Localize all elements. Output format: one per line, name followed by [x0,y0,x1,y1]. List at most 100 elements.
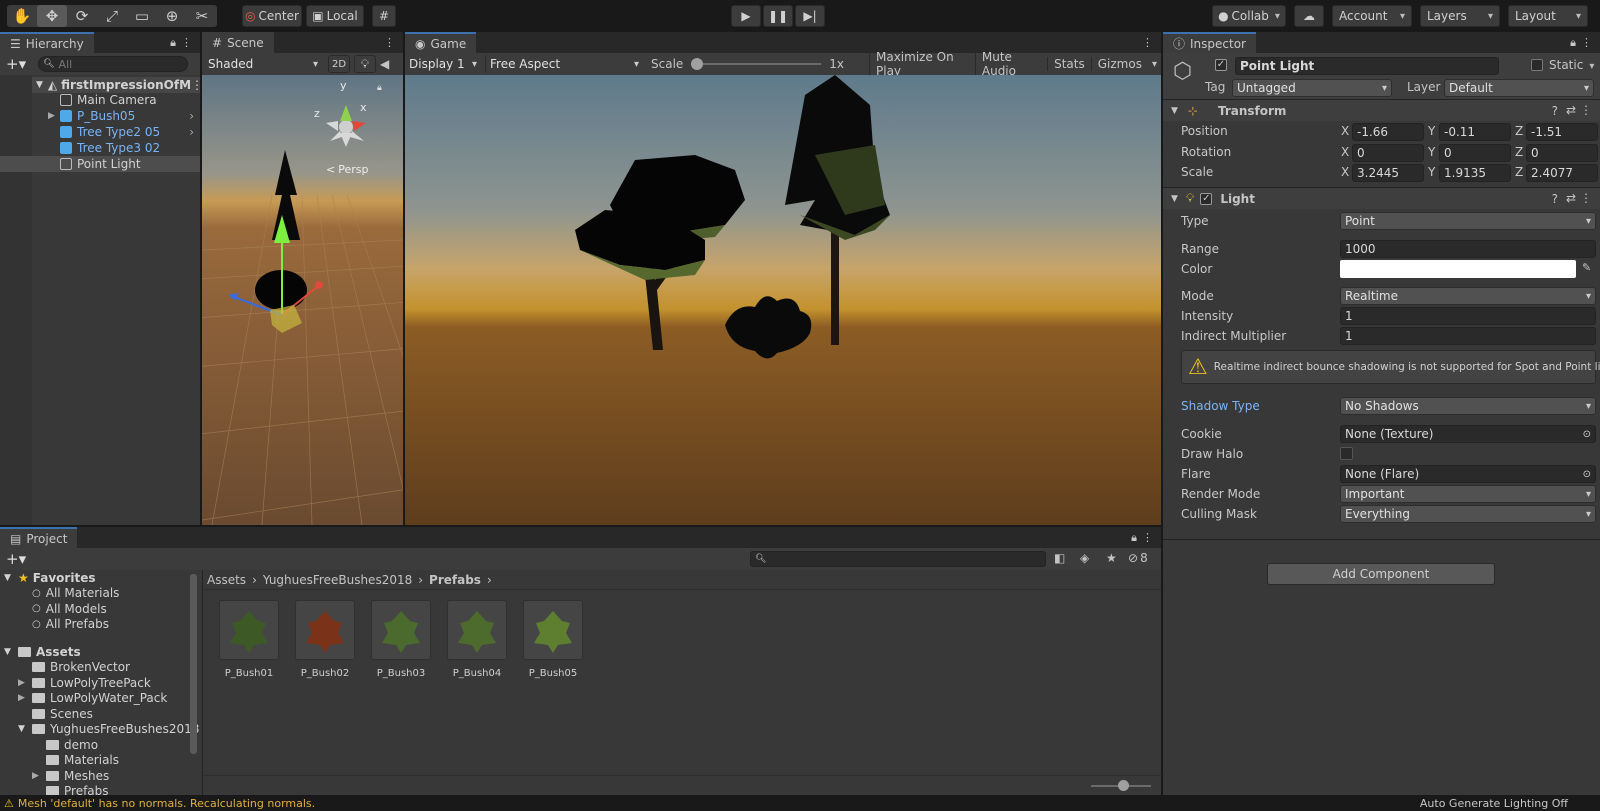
gizmos-toggle[interactable]: Gizmos [1090,57,1148,71]
hierarchy-search-input[interactable]: 🔍︎ All [38,56,189,72]
breadcrumb-assets[interactable]: Assets [207,573,246,587]
render-mode-dropdown[interactable]: Important [1340,485,1596,503]
folder-lowpolywater[interactable]: ▶ LowPolyWater_Pack [0,691,201,707]
folder-prefabs[interactable]: Prefabs [0,784,201,795]
expand-arrow-icon[interactable]: ▶ [18,678,32,688]
chevron-right-icon[interactable]: › [189,125,194,139]
scale-slider-track[interactable] [691,58,822,70]
snap-grid-button[interactable]: # [372,5,396,27]
tag-dropdown[interactable]: Untagged [1232,79,1392,97]
expand-arrow-icon[interactable]: ▶ [48,111,60,121]
mute-audio-toggle[interactable]: Mute Audio [974,50,1047,78]
flare-field[interactable]: None (Flare) ⊙ [1340,465,1596,483]
asset-tile[interactable]: P_Bush04 [447,600,507,679]
intensity-field[interactable]: 1 [1340,307,1596,325]
scene-viewport[interactable]: y x z 🔒︎ < Persp [202,75,403,525]
position-z-field[interactable]: -1.51 [1526,123,1598,141]
audio-icon[interactable]: ◀ [380,57,389,71]
hand-tool-icon[interactable]: ✋ [7,5,37,27]
chevron-down-icon[interactable]: ▾ [1148,59,1161,70]
rect-tool-icon[interactable]: ▭ [127,5,157,27]
favorites-header[interactable]: ▼ ★ Favorites [0,570,201,586]
asset-tile[interactable]: P_Bush03 [371,600,431,679]
cloud-button[interactable]: ☁ [1294,5,1324,27]
lighting-toggle-button[interactable]: 💡︎ [354,55,376,73]
auto-lighting-status[interactable]: Auto Generate Lighting Off [1420,797,1568,810]
more-icon[interactable]: ⋮ [1580,191,1592,205]
maximize-on-play-toggle[interactable]: Maximize On Play [869,50,975,78]
rotation-y-field[interactable]: 0 [1439,144,1511,162]
asset-tile[interactable]: P_Bush01 [219,600,279,679]
scene-gizmo-icon[interactable] [312,85,392,165]
play-button[interactable]: ▶ [731,5,761,27]
help-icon[interactable]: ? [1552,192,1558,206]
help-icon[interactable]: ? [1552,104,1558,118]
culling-mask-dropdown[interactable]: Everything [1340,505,1596,523]
transform-tool-icon[interactable]: ⊕ [157,5,187,27]
collapse-arrow-icon[interactable]: ▼ [1171,106,1178,116]
asset-tile[interactable]: P_Bush02 [295,600,355,679]
aspect-dropdown[interactable]: Free Aspect [485,55,643,73]
tab-hierarchy[interactable]: ☰ Hierarchy [0,32,94,53]
breadcrumb-prefabs[interactable]: Prefabs [429,573,481,587]
expand-arrow-icon[interactable]: ▶ [18,693,32,703]
chevron-right-icon[interactable]: › [189,109,194,123]
folder-meshes[interactable]: ▶ Meshes [0,768,201,784]
more-icon[interactable]: ⋮ [191,78,200,92]
shading-mode-dropdown[interactable]: Shaded [204,55,322,73]
display-dropdown[interactable]: Display 1 [405,55,481,73]
step-button[interactable]: ▶| [795,5,825,27]
collapse-arrow-icon[interactable]: ▼ [18,724,32,734]
transform-header[interactable]: ▼ ⊹ Transform ? ⇄ ⋮ [1163,99,1600,121]
range-field[interactable]: 1000 [1340,240,1596,258]
scale-x-field[interactable]: 3.2445 [1352,164,1424,182]
collapse-arrow-icon[interactable]: ▼ [1171,194,1178,204]
hierarchy-item-p-bush05[interactable]: ▶ P_Bush05 › [48,108,200,124]
object-picker-icon[interactable]: ⊙ [1583,429,1591,440]
scene-root[interactable]: ▼ ◭ firstImpressionOfM ⋮ [32,77,200,93]
favorite-all-prefabs[interactable]: ○ All Prefabs [0,617,201,633]
collab-dropdown[interactable]: ● Collab [1212,5,1286,27]
breadcrumb-yughues[interactable]: YughuesFreeBushes2018 [263,573,412,587]
status-message[interactable]: Mesh 'default' has no normals. Recalcula… [18,797,315,810]
tab-game[interactable]: ◉ Game [405,32,477,53]
shadow-type-dropdown[interactable]: No Shadows [1340,397,1596,415]
more-icon[interactable]: ⋮ [1142,531,1153,544]
hierarchy-item-point-light[interactable]: Point Light [0,156,200,172]
static-checkbox[interactable] [1531,59,1543,71]
more-icon[interactable]: ⋮ [1581,36,1592,49]
lock-icon[interactable]: 🔒︎ [1570,36,1576,50]
scale-y-field[interactable]: 1.9135 [1439,164,1511,182]
active-checkbox[interactable]: ✓ [1215,59,1227,71]
folder-brokenvector[interactable]: BrokenVector [0,660,201,676]
game-viewport[interactable] [405,75,1161,525]
light-enabled-checkbox[interactable]: ✓ [1200,192,1213,205]
expand-arrow-icon[interactable]: ▶ [32,771,46,781]
preset-icon[interactable]: ⇄ [1566,103,1576,117]
cookie-field[interactable]: None (Texture) ⊙ [1340,425,1596,443]
scale-z-field[interactable]: 2.4077 [1526,164,1598,182]
scale-slider[interactable]: Scale 1x [651,57,865,71]
pivot-space-button[interactable]: ▣ Local [306,5,364,27]
more-icon[interactable]: ⋮ [384,36,395,49]
hierarchy-item-main-camera[interactable]: Main Camera [60,92,200,108]
create-asset-icon[interactable]: +▾ [6,550,26,568]
preset-icon[interactable]: ⇄ [1566,191,1576,205]
search-by-label-icon[interactable]: ◈ [1080,551,1089,565]
favorite-all-models[interactable]: ○ All Models [0,601,201,617]
layers-dropdown[interactable]: Layers [1420,5,1500,27]
account-dropdown[interactable]: Account [1332,5,1412,27]
more-icon[interactable]: ⋮ [181,36,192,49]
light-type-dropdown[interactable]: Point [1340,212,1596,230]
light-color-swatch[interactable] [1340,260,1576,278]
hierarchy-item-tree-type2[interactable]: Tree Type2 05 › [60,124,200,140]
assets-header[interactable]: ▼ Assets [0,644,201,660]
eyedropper-icon[interactable]: ✎ [1582,261,1591,274]
position-x-field[interactable]: -1.66 [1352,123,1424,141]
folder-materials[interactable]: Materials [0,753,201,769]
folder-yughues[interactable]: ▼ YughuesFreeBushes2018 [0,722,201,738]
scale-tool-icon[interactable]: ⤢ [97,5,127,27]
add-component-button[interactable]: Add Component [1267,563,1495,585]
tree-scrollbar[interactable] [190,574,197,754]
layer-dropdown[interactable]: Default [1444,79,1594,97]
